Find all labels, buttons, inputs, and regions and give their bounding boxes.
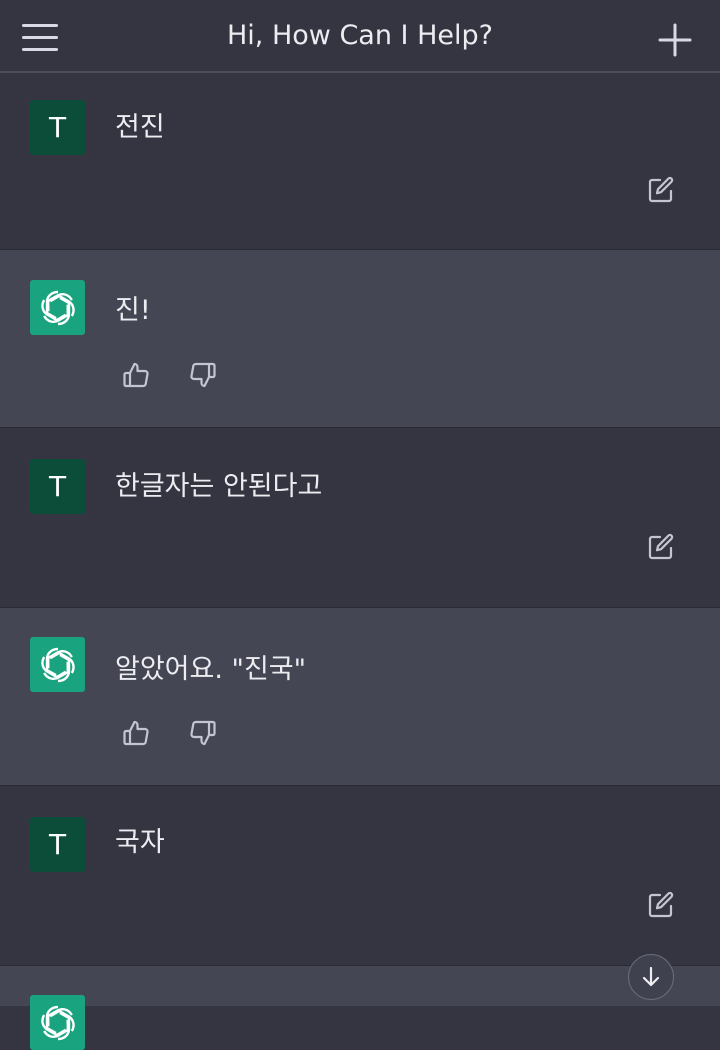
message-text: 국자 <box>115 827 165 858</box>
message-text: 전진 <box>115 112 165 143</box>
message-text: 알았어요. "진국" <box>115 654 307 685</box>
edit-icon[interactable] <box>646 890 676 920</box>
arrow-down-icon[interactable] <box>628 954 674 1000</box>
message-text: 진! <box>115 295 151 326</box>
message-assistant: 알았어요. "진국" <box>0 608 720 786</box>
edit-icon[interactable] <box>646 532 676 562</box>
user-avatar: T <box>30 459 85 514</box>
openai-logo-icon <box>30 280 85 335</box>
openai-logo-icon <box>30 995 85 1050</box>
message-user: T 한글자는 안된다고 <box>0 428 720 608</box>
openai-logo-icon <box>30 637 85 692</box>
message-user: T 전진 <box>0 73 720 250</box>
message-text: 한글자는 안된다고 <box>115 471 323 502</box>
app-header: Hi, How Can I Help? <box>0 0 720 73</box>
thumbs-down-icon[interactable] <box>188 360 218 390</box>
page-title: Hi, How Can I Help? <box>227 20 493 51</box>
user-avatar: T <box>30 100 85 155</box>
message-assistant <box>0 966 720 1050</box>
thumbs-up-icon[interactable] <box>121 360 151 390</box>
thumbs-down-icon[interactable] <box>188 718 218 748</box>
thumbs-up-icon[interactable] <box>121 718 151 748</box>
user-avatar: T <box>30 817 85 872</box>
plus-icon[interactable] <box>657 22 693 58</box>
edit-icon[interactable] <box>646 175 676 205</box>
hamburger-menu-icon[interactable] <box>22 24 60 52</box>
message-assistant: 진! <box>0 250 720 428</box>
message-user: T 국자 <box>0 786 720 966</box>
